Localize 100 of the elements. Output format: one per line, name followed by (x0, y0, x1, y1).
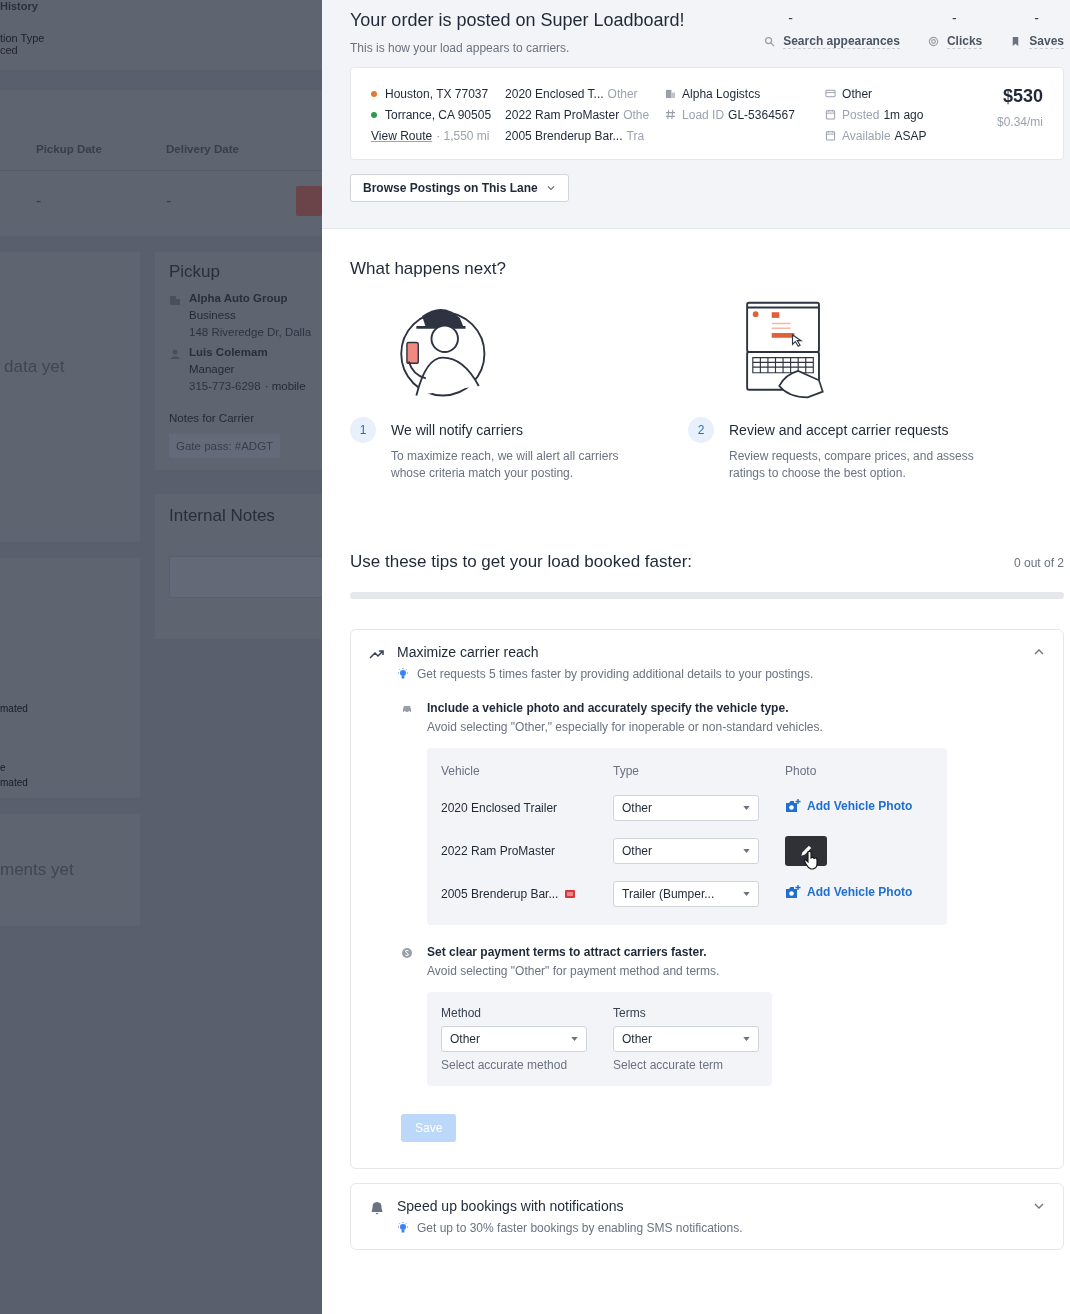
caret-icon (743, 1037, 750, 1041)
camera-icon (785, 885, 801, 899)
phone-type: · mobile (264, 380, 306, 392)
load-id: GL-5364567 (728, 107, 795, 122)
tip-item-title: Set clear payment terms to attract carriers faster. (427, 945, 708, 959)
step-description: To maximize reach, we will alert all carriers whose criteria match your posting. (391, 448, 620, 482)
add-photo-link[interactable]: Add Vehicle Photo (785, 885, 913, 899)
vehicle-name: 2005 Brenderup Bar... (441, 886, 559, 901)
table-cell-text: - (36, 192, 43, 210)
stat-label[interactable]: Clicks (946, 34, 983, 49)
panel-title: Your order is posted on Super Loadboard! (350, 10, 685, 31)
field-value: ced (0, 44, 19, 56)
step-title: Review and accept carrier requests (729, 422, 950, 438)
field-label: Method (441, 1006, 483, 1020)
lightbulb-icon (397, 668, 409, 680)
pencil-icon (799, 843, 813, 858)
info-text: e (0, 762, 7, 773)
view-route-link[interactable]: View Route (371, 128, 433, 143)
company-name: Alpha Auto Group (189, 292, 289, 304)
detail-label: Posted (842, 107, 880, 122)
calendar-icon (825, 130, 837, 141)
progress-count: 0 out of 2 (1013, 556, 1064, 570)
table-cell-text: - (166, 192, 173, 210)
hand-cursor-icon (803, 849, 819, 870)
type-dropdown[interactable]: Other (613, 794, 759, 821)
building-icon (665, 88, 677, 99)
detail-value: 1m ago (883, 107, 924, 122)
field-hint: Select accurate term (613, 1058, 725, 1072)
card-title: Internal Notes (169, 506, 276, 526)
tip-hint: Get requests 5 times faster by providing additional details to your postings. (417, 667, 814, 681)
caret-icon (743, 848, 750, 853)
stat-label[interactable]: Search appearances (783, 34, 900, 49)
vehicle-type: Tra (626, 128, 645, 143)
route-distance: · 1,550 mi (436, 128, 490, 143)
step-title: We will notify carriers (391, 422, 524, 438)
tip-title[interactable]: Maximize carrier reach (397, 644, 1021, 660)
vehicle-name: 2020 Enclosed T... (505, 86, 604, 101)
browse-postings-button[interactable]: Browse Postings on This Lane (350, 174, 569, 202)
field-label: tion Type (0, 32, 46, 44)
stat-value: - (1033, 10, 1040, 26)
info-text: mated (0, 703, 29, 714)
tip-item-text: Avoid selecting "Other," especially for inoperable or non-standard vehicles. (427, 720, 823, 734)
vehicle-photo-thumbnail[interactable] (785, 835, 827, 866)
step-number: 2 (688, 417, 714, 443)
stat-value: - (787, 10, 794, 26)
type-dropdown[interactable]: Trailer (Bumper... (613, 880, 759, 907)
vehicle-type: Other (607, 86, 638, 101)
price: $530 (1002, 86, 1043, 107)
search-icon (764, 36, 776, 47)
vehicle-name: 2005 Brenderup Bar... (505, 128, 623, 143)
vehicle-name: 2022 Ram ProMaster (505, 107, 620, 122)
add-photo-link[interactable]: Add Vehicle Photo (785, 799, 913, 813)
payment-dropdown[interactable]: Other (441, 1026, 587, 1052)
column-header: Type (613, 764, 640, 778)
bell-icon (369, 1200, 385, 1216)
type-dropdown[interactable]: Other (613, 837, 759, 864)
target-icon (927, 36, 939, 47)
info-text: mated (0, 777, 29, 788)
company-name: Alpha Logistcs (682, 86, 761, 101)
step-description: Review requests, compare prices, and assess ratings to choose the best option. (729, 448, 975, 482)
stat-label[interactable]: Saves (1029, 34, 1064, 49)
field-hint: Select accurate method (441, 1058, 569, 1072)
calendar-icon (825, 109, 837, 120)
notes-label: Notes for Carrier (169, 412, 255, 424)
section-title: What happens next? (350, 259, 507, 279)
car-icon (401, 703, 413, 715)
detail-value: ASAP (894, 128, 927, 143)
vehicle-name: 2020 Enclosed Trailer (441, 800, 558, 815)
company-type: Business (189, 309, 237, 321)
detail-value: Other (842, 86, 873, 101)
hash-icon (665, 109, 677, 120)
payment-dropdown[interactable]: Other (613, 1026, 759, 1052)
tip-title[interactable]: Speed up bookings with notifications (397, 1198, 1021, 1214)
contact-name: Luis Colemam (189, 346, 269, 358)
column-header: Vehicle (441, 764, 481, 778)
caret-icon (571, 1037, 578, 1041)
tip-item-title: Include a vehicle photo and accurately specify the vehicle type. (427, 701, 790, 715)
camera-icon (785, 799, 801, 813)
tip-hint: Get up to 30% faster bookings by enabling SMS notifications. (417, 1221, 743, 1235)
price-per-mile: $0.34/mi (996, 115, 1043, 129)
field-label: Terms (613, 1006, 647, 1020)
detail-label: Available (842, 128, 891, 143)
vehicle-name: 2022 Ram ProMaster (441, 843, 556, 858)
stop-location: Houston, TX 77037 (385, 86, 489, 101)
photo-placeholder (296, 186, 322, 216)
section-title: Use these tips to get your load booked faster: (350, 552, 693, 572)
vehicle-type: Othe (623, 107, 650, 122)
caret-icon (743, 805, 750, 810)
caret-icon (743, 891, 750, 896)
tip-item-text: Avoid selecting "Other" for payment method and terms. (427, 964, 720, 978)
step-number: 1 (350, 417, 376, 443)
lightbulb-icon (397, 1222, 409, 1234)
load-id-label: Load ID (682, 107, 725, 122)
dollar-coin-icon (401, 947, 413, 959)
chevron-down-icon (545, 183, 556, 193)
card-title: Pickup (169, 262, 222, 282)
stop-location: Torrance, CA 90505 (385, 107, 492, 122)
contact-role: Manager (189, 363, 236, 375)
panel-subtitle: This is how your load appears to carriers. (350, 41, 571, 55)
card-icon (825, 88, 837, 99)
